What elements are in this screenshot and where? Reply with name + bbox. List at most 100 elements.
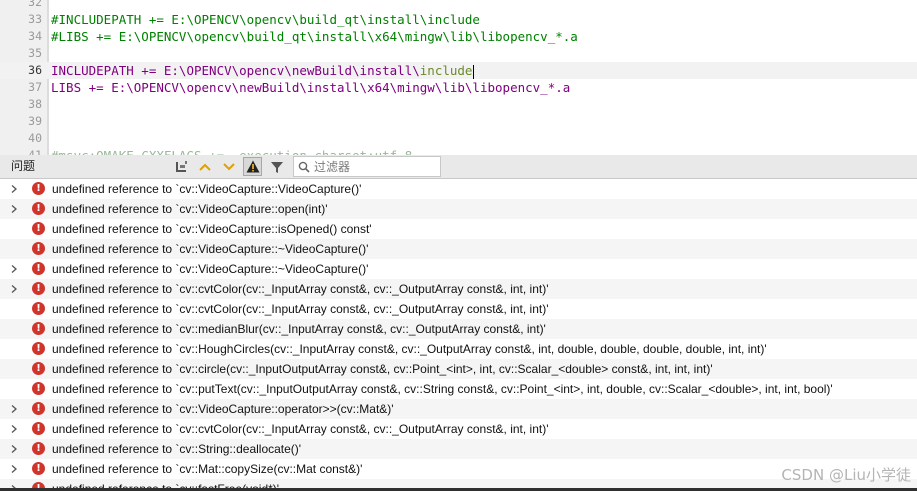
chevron-right-icon[interactable] — [10, 205, 18, 213]
error-icon: ! — [32, 242, 45, 255]
warning-icon[interactable] — [243, 157, 262, 176]
error-icon: ! — [32, 222, 45, 235]
error-icon: ! — [32, 182, 45, 195]
code-line[interactable]: 34 #LIBS += E:\OPENCV\opencv\build_qt\ins… — [0, 28, 917, 45]
code-line[interactable]: 37 LIBS += E:\OPENCV\opencv\newBuild\inst… — [0, 79, 917, 96]
issue-message: undefined reference to `cv::HoughCircles… — [52, 342, 767, 356]
chevron-right-icon[interactable] — [10, 445, 18, 453]
issue-row[interactable]: ! undefined reference to `cv::putText(cv:… — [0, 379, 917, 399]
issue-row[interactable]: ! undefined reference to `cv::cvtColor(cv… — [0, 299, 917, 319]
issue-list[interactable]: !undefined reference to `cv::VideoCaptur… — [0, 179, 917, 491]
issue-row[interactable]: ! undefined reference to `cv::cvtColor(cv… — [0, 419, 917, 439]
code-text: INCLUDEPATH += E:\OPENCV\opencv\newBuild… — [51, 62, 475, 79]
line-number: 38 — [28, 97, 42, 111]
chevron-right-icon[interactable] — [10, 425, 18, 433]
line-number: 41 — [28, 148, 42, 155]
issue-message: undefined reference to `cv::VideoCapture… — [52, 202, 328, 216]
filter-icon[interactable] — [267, 157, 286, 176]
line-number: 35 — [28, 46, 42, 60]
issues-pane-title: 问题 — [11, 159, 36, 173]
issue-row[interactable]: ! undefined reference to `cv::cvtColor(cv… — [0, 279, 917, 299]
issue-row[interactable]: ! undefined reference to `cv::HoughCircle… — [0, 339, 917, 359]
code-token: #msvc:QMAKE_CXXFLAGS += -execution-chars… — [51, 148, 412, 155]
issue-row[interactable]: ! undefined reference to `cv::medianBlur(… — [0, 319, 917, 339]
code-line[interactable]: 32 — [0, 0, 917, 11]
code-token: include — [419, 63, 473, 78]
search-icon — [298, 160, 310, 178]
issue-row[interactable]: ! undefined reference to `cv::VideoCaptur… — [0, 259, 917, 279]
error-icon: ! — [32, 402, 45, 415]
issue-row[interactable]: ! undefined reference to `cv::VideoCaptur… — [0, 179, 917, 199]
chevron-right-icon[interactable] — [10, 285, 18, 293]
code-line[interactable]: 36 INCLUDEPATH += E:\OPENCV\opencv\newBui… — [0, 62, 917, 79]
line-number: 37 — [28, 80, 42, 94]
code-editor[interactable]: 32 33 #INCLUDEPATH += E:\OPENCV\opencv\bui… — [0, 0, 917, 155]
code-line[interactable]: 38 — [0, 96, 917, 113]
issue-message: undefined reference to `cv::putText(cv::… — [52, 382, 833, 396]
error-icon: ! — [32, 342, 45, 355]
error-icon: ! — [32, 202, 45, 215]
issue-message: undefined reference to `cv::VideoCapture… — [52, 242, 369, 256]
issues-toolbar: 问题 — [0, 155, 917, 179]
issue-message: undefined reference to `cv::circle(cv::_… — [52, 362, 713, 376]
issue-row[interactable]: ! undefined reference to `cv::VideoCaptur… — [0, 199, 917, 219]
watermark: CSDN @Liu小学徒 — [781, 466, 911, 484]
issue-message: undefined reference to `cv::Mat::copySiz… — [52, 462, 363, 476]
error-icon: ! — [32, 282, 45, 295]
filter-field[interactable] — [293, 156, 441, 177]
chevron-right-icon[interactable] — [10, 465, 18, 473]
build-settings-icon[interactable] — [171, 157, 190, 176]
error-icon: ! — [32, 302, 45, 315]
line-number: 32 — [28, 0, 42, 9]
code-token: #LIBS += E:\OPENCV\opencv\build_qt\insta… — [51, 29, 578, 44]
code-lines: 32 33 #INCLUDEPATH += E:\OPENCV\opencv\bui… — [0, 0, 917, 155]
code-text: #msvc:QMAKE_CXXFLAGS += -execution-chars… — [51, 147, 412, 155]
issue-message: undefined reference to `cv::VideoCapture… — [52, 262, 369, 276]
line-number: 39 — [28, 114, 42, 128]
error-icon: ! — [32, 382, 45, 395]
arrow-up-icon[interactable] — [195, 157, 214, 176]
issue-message: undefined reference to `cv::VideoCapture… — [52, 182, 362, 196]
code-text: LIBS += E:\OPENCV\opencv\newBuild\instal… — [51, 79, 570, 96]
issues-pane: 问题 过滤器 ! undefined reference to `cv::Vid… — [0, 155, 917, 491]
line-number: 36 — [28, 63, 42, 77]
error-icon: ! — [32, 262, 45, 275]
chevron-right-icon[interactable] — [10, 185, 18, 193]
code-line[interactable]: 40 — [0, 130, 917, 147]
text-cursor — [473, 64, 475, 79]
code-line[interactable]: 41 #msvc:QMAKE_CXXFLAGS += -execution-cha… — [0, 147, 917, 155]
code-text: #LIBS += E:\OPENCV\opencv\build_qt\insta… — [51, 28, 578, 45]
line-number: 33 — [28, 12, 42, 26]
error-icon: ! — [32, 362, 45, 375]
issue-message: undefined reference to `cv::VideoCapture… — [52, 402, 394, 416]
issue-message: undefined reference to `cv::cvtColor(cv:… — [52, 282, 549, 296]
arrow-down-icon[interactable] — [219, 157, 238, 176]
issue-message: undefined reference to `cv::String::deal… — [52, 442, 302, 456]
code-token: #INCLUDEPATH += E:\OPENCV\opencv\build_q… — [51, 12, 480, 27]
error-icon: ! — [32, 442, 45, 455]
line-number: 40 — [28, 131, 42, 145]
line-number: 34 — [28, 29, 42, 43]
error-icon: ! — [32, 462, 45, 475]
error-icon: ! — [32, 322, 45, 335]
issue-row[interactable]: ! undefined reference to `cv::VideoCaptur… — [0, 239, 917, 259]
code-line[interactable]: 33 #INCLUDEPATH += E:\OPENCV\opencv\build… — [0, 11, 917, 28]
code-line[interactable]: 39 — [0, 113, 917, 130]
issue-message: undefined reference to `cv::cvtColor(cv:… — [52, 422, 549, 436]
code-line[interactable]: 35 — [0, 45, 917, 62]
issue-row[interactable]: ! undefined reference to `cv::String::dea… — [0, 439, 917, 459]
filter-input[interactable] — [314, 158, 434, 175]
code-token: INCLUDEPATH += E:\OPENCV\opencv\newBuild… — [51, 63, 420, 78]
issue-row[interactable]: ! undefined reference to `cv::circle(cv::… — [0, 359, 917, 379]
code-text: #INCLUDEPATH += E:\OPENCV\opencv\build_q… — [51, 11, 480, 28]
issue-row[interactable]: ! undefined reference to `cv::Mat::copySi… — [0, 459, 917, 479]
code-token: LIBS += E:\OPENCV\opencv\newBuild\instal… — [51, 80, 571, 95]
issue-message: undefined reference to `cv::cvtColor(cv:… — [52, 302, 549, 316]
chevron-right-icon[interactable] — [10, 405, 18, 413]
issue-row[interactable]: ! undefined reference to `cv::VideoCaptur… — [0, 399, 917, 419]
issue-message: undefined reference to `cv::medianBlur(c… — [52, 322, 546, 336]
chevron-right-icon[interactable] — [10, 265, 18, 273]
issue-message: undefined reference to `cv::VideoCapture… — [52, 222, 372, 236]
error-icon: ! — [32, 422, 45, 435]
issue-row[interactable]: ! undefined reference to `cv::VideoCaptur… — [0, 219, 917, 239]
